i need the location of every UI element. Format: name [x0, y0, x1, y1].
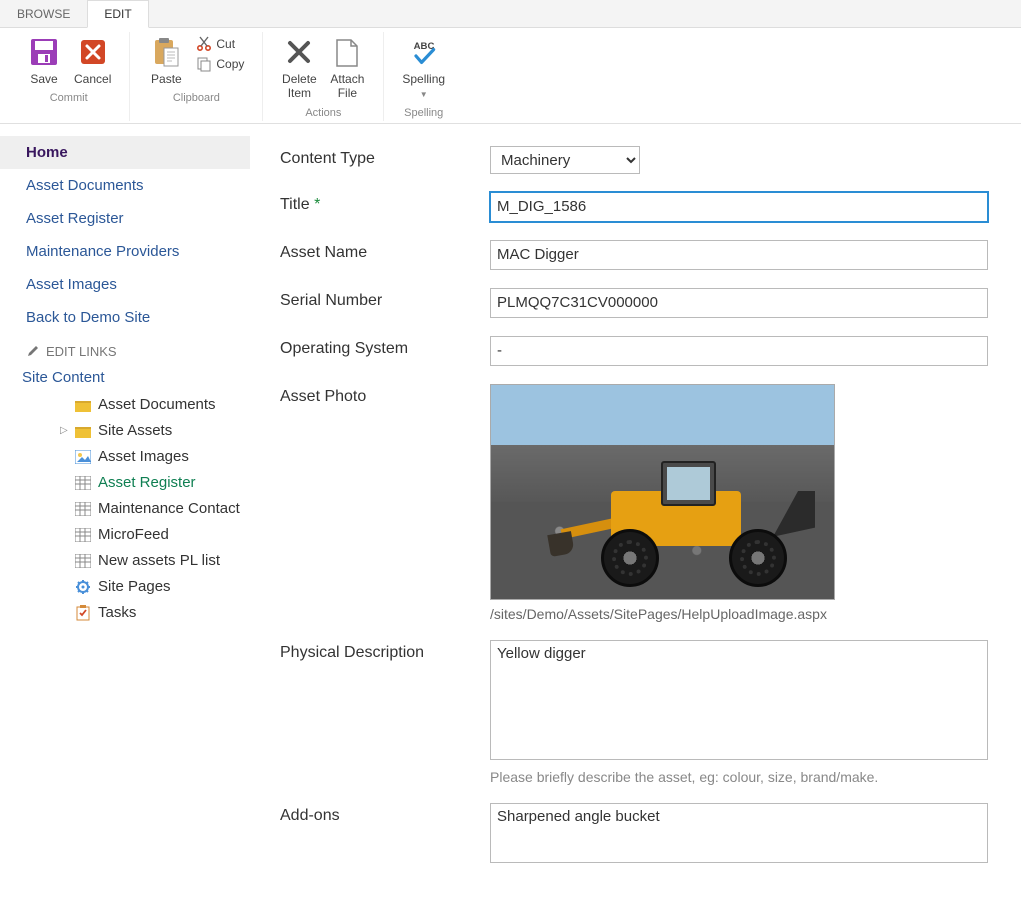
ribbon-group-spelling: ABC Spelling▼ Spelling	[384, 32, 463, 121]
title-input[interactable]	[490, 192, 988, 222]
list-icon	[74, 552, 92, 570]
copy-label: Copy	[216, 57, 244, 71]
nav-home[interactable]: Home	[0, 136, 250, 169]
nav-site-content[interactable]: Site Content	[0, 365, 250, 390]
ribbon-group-clipboard: Paste Cut Copy Clipboard	[130, 32, 263, 121]
picture-icon	[74, 448, 92, 466]
ribbon-group-commit: Save Cancel Commit	[8, 32, 130, 121]
save-button[interactable]: Save	[20, 32, 68, 88]
physical-description-help: Please briefly describe the asset, eg: c…	[490, 769, 988, 785]
cancel-icon	[77, 36, 109, 68]
nav-asset-register[interactable]: Asset Register	[0, 202, 250, 235]
group-clipboard-label: Clipboard	[173, 88, 220, 106]
cut-icon	[196, 36, 212, 52]
cut-button[interactable]: Cut	[194, 34, 246, 54]
sidebar: Home Asset Documents Asset Register Main…	[0, 124, 250, 906]
addons-label: Add-ons	[280, 803, 490, 825]
attach-file-button[interactable]: Attach File	[323, 32, 371, 103]
tree-tasks[interactable]: Tasks	[74, 600, 250, 626]
physical-description-input[interactable]: Yellow digger	[490, 640, 988, 760]
pencil-icon	[26, 344, 40, 358]
attach-icon	[331, 36, 363, 68]
edit-links-button[interactable]: EDIT LINKS	[0, 334, 250, 365]
tab-browse[interactable]: BROWSE	[0, 0, 87, 27]
spelling-icon: ABC	[408, 36, 440, 68]
save-label: Save	[30, 72, 57, 86]
asset-name-label: Asset Name	[280, 240, 490, 262]
delete-item-button[interactable]: Delete Item	[275, 32, 323, 103]
tree-asset-documents[interactable]: Asset Documents	[74, 392, 250, 418]
tree-new-assets-pl[interactable]: New assets PL list	[74, 548, 250, 574]
paste-button[interactable]: Paste	[142, 32, 190, 88]
asset-photo[interactable]	[490, 384, 835, 600]
tree-site-assets[interactable]: ▷ Site Assets	[74, 418, 250, 444]
physical-description-label: Physical Description	[280, 640, 490, 662]
ribbon-group-actions: Delete Item Attach File Actions	[263, 32, 384, 121]
operating-system-label: Operating System	[280, 336, 490, 358]
title-label: Title *	[280, 192, 490, 214]
tree-microfeed[interactable]: MicroFeed	[74, 522, 250, 548]
asset-photo-path: /sites/Demo/Assets/SitePages/HelpUploadI…	[490, 606, 988, 622]
content-type-label: Content Type	[280, 146, 490, 168]
list-icon	[74, 500, 92, 518]
clipboard-icon	[74, 604, 92, 622]
folder-icon	[74, 396, 92, 414]
cut-label: Cut	[216, 37, 235, 51]
asset-photo-label: Asset Photo	[280, 384, 490, 406]
delete-label: Delete Item	[282, 72, 317, 101]
save-icon	[28, 36, 60, 68]
folder-icon	[74, 422, 92, 440]
paste-label: Paste	[151, 72, 182, 86]
required-indicator: *	[314, 196, 320, 213]
group-spelling-label: Spelling	[404, 103, 443, 121]
asset-name-input[interactable]	[490, 240, 988, 270]
tree-asset-register[interactable]: Asset Register	[74, 470, 250, 496]
nav-asset-images[interactable]: Asset Images	[0, 268, 250, 301]
list-icon	[74, 474, 92, 492]
nav-back-to-demo[interactable]: Back to Demo Site	[0, 301, 250, 334]
tree-site-pages[interactable]: Site Pages	[74, 574, 250, 600]
addons-input[interactable]: Sharpened angle bucket	[490, 803, 988, 863]
delete-icon	[283, 36, 315, 68]
site-content-tree: Asset Documents ▷ Site Assets Asset Imag…	[34, 392, 250, 626]
tree-asset-images[interactable]: Asset Images	[74, 444, 250, 470]
chevron-down-icon: ▼	[420, 90, 428, 99]
cancel-label: Cancel	[74, 72, 111, 86]
group-commit-label: Commit	[50, 88, 88, 106]
operating-system-input[interactable]	[490, 336, 988, 366]
list-icon	[74, 526, 92, 544]
nav-maintenance-providers[interactable]: Maintenance Providers	[0, 235, 250, 268]
edit-form: Content Type Machinery Title * Asset Nam…	[250, 124, 1021, 906]
ribbon: Save Cancel Commit Paste Cut	[0, 28, 1021, 124]
attach-label: Attach File	[330, 72, 364, 101]
copy-icon	[196, 56, 212, 72]
tab-edit[interactable]: EDIT	[87, 0, 148, 28]
gear-icon	[74, 578, 92, 596]
serial-number-label: Serial Number	[280, 288, 490, 310]
spelling-button[interactable]: ABC Spelling▼	[396, 32, 451, 103]
content-type-select[interactable]: Machinery	[490, 146, 640, 174]
nav-asset-documents[interactable]: Asset Documents	[0, 169, 250, 202]
serial-number-input[interactable]	[490, 288, 988, 318]
paste-icon	[150, 36, 182, 68]
tree-maintenance-contact[interactable]: Maintenance Contact	[74, 496, 250, 522]
cancel-button[interactable]: Cancel	[68, 32, 117, 88]
spelling-label: Spelling▼	[402, 72, 445, 101]
copy-button[interactable]: Copy	[194, 54, 246, 74]
expand-icon[interactable]: ▷	[60, 425, 68, 436]
group-actions-label: Actions	[305, 103, 341, 121]
ribbon-tabs: BROWSE EDIT	[0, 0, 1021, 28]
